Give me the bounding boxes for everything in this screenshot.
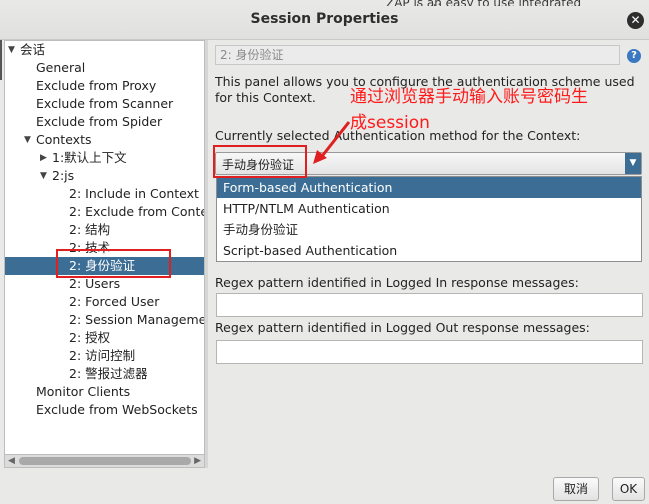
- tree-root[interactable]: 会话: [20, 41, 45, 59]
- tree-item-monitor-clients[interactable]: Monitor Clients: [36, 383, 130, 401]
- tree-item-structure[interactable]: 2: 结构: [69, 221, 110, 239]
- annotation-arrow-icon: [313, 121, 351, 164]
- tree-item-js-context[interactable]: 2:js: [52, 167, 74, 185]
- option-form-based[interactable]: Form-based Authentication: [217, 177, 641, 198]
- tree-item-default-context[interactable]: 1:默认上下文: [52, 149, 127, 167]
- annotation-box-tree: [56, 249, 171, 278]
- option-manual[interactable]: 手动身份验证: [217, 219, 641, 240]
- tree-item-include[interactable]: 2: Include in Context: [69, 185, 199, 203]
- tree-horizontal-scrollbar[interactable]: ◀ ▶: [4, 454, 205, 468]
- help-icon[interactable]: ?: [627, 49, 641, 63]
- expand-arrow-icon[interactable]: ▼: [40, 171, 47, 181]
- title-bar: ZAP is an easy to use integrated penetra…: [0, 0, 649, 40]
- logged-in-label: Regex pattern identified in Logged In re…: [215, 275, 579, 290]
- panel-splitter[interactable]: [205, 40, 208, 468]
- logged-out-label: Regex pattern identified in Logged Out r…: [215, 320, 590, 335]
- background-window-text: ZAP is an easy to use integrated penetra…: [386, 0, 649, 6]
- option-script-based[interactable]: Script-based Authentication: [217, 240, 641, 261]
- logged-in-regex-input[interactable]: [216, 293, 643, 317]
- tree-item-access-control[interactable]: 2: 访问控制: [69, 347, 135, 365]
- tree-item-exclude[interactable]: 2: Exclude from Context: [69, 203, 204, 221]
- ok-button[interactable]: OK: [612, 477, 645, 501]
- tree-item-forced-user[interactable]: 2: Forced User: [69, 293, 159, 311]
- cancel-button[interactable]: 取消: [553, 477, 599, 501]
- tree-item-exclude-spider[interactable]: Exclude from Spider: [36, 113, 162, 131]
- annotation-text-line1: 通过浏览器手动输入账号密码生: [350, 87, 588, 107]
- window-edge: [0, 40, 2, 80]
- method-dropdown-list: Form-based Authentication HTTP/NTLM Auth…: [216, 176, 642, 262]
- panel-title: 2: 身份验证: [215, 45, 620, 65]
- tree-item-alert-filters[interactable]: 2: 警报过滤器: [69, 365, 148, 383]
- scroll-left-icon[interactable]: ◀: [8, 455, 15, 467]
- tree-item-contexts[interactable]: Contexts: [36, 131, 91, 149]
- window-title: Session Properties: [250, 11, 399, 27]
- chevron-down-icon[interactable]: ▼: [625, 153, 641, 174]
- option-http-ntlm[interactable]: HTTP/NTLM Authentication: [217, 198, 641, 219]
- expand-arrow-icon[interactable]: ▼: [8, 45, 15, 55]
- tree-item-session-management[interactable]: 2: Session Management: [69, 311, 204, 329]
- button-bar: [0, 472, 649, 504]
- tree-item-exclude-websockets[interactable]: Exclude from WebSockets: [36, 401, 198, 419]
- tree-item-authorization[interactable]: 2: 授权: [69, 329, 110, 347]
- tree-item-general[interactable]: General: [36, 59, 85, 77]
- scroll-right-icon[interactable]: ▶: [194, 455, 201, 467]
- scrollbar-thumb[interactable]: [19, 457, 191, 465]
- expand-arrow-icon[interactable]: ▼: [24, 135, 31, 145]
- tree-item-exclude-scanner[interactable]: Exclude from Scanner: [36, 95, 173, 113]
- annotation-text-line2: 成session: [350, 113, 430, 133]
- tree-item-exclude-proxy[interactable]: Exclude from Proxy: [36, 77, 156, 95]
- collapse-arrow-icon[interactable]: ▶: [40, 153, 47, 163]
- logged-out-regex-input[interactable]: [216, 340, 643, 364]
- close-icon[interactable]: ✕: [627, 12, 644, 29]
- annotation-box-combo: [213, 145, 307, 178]
